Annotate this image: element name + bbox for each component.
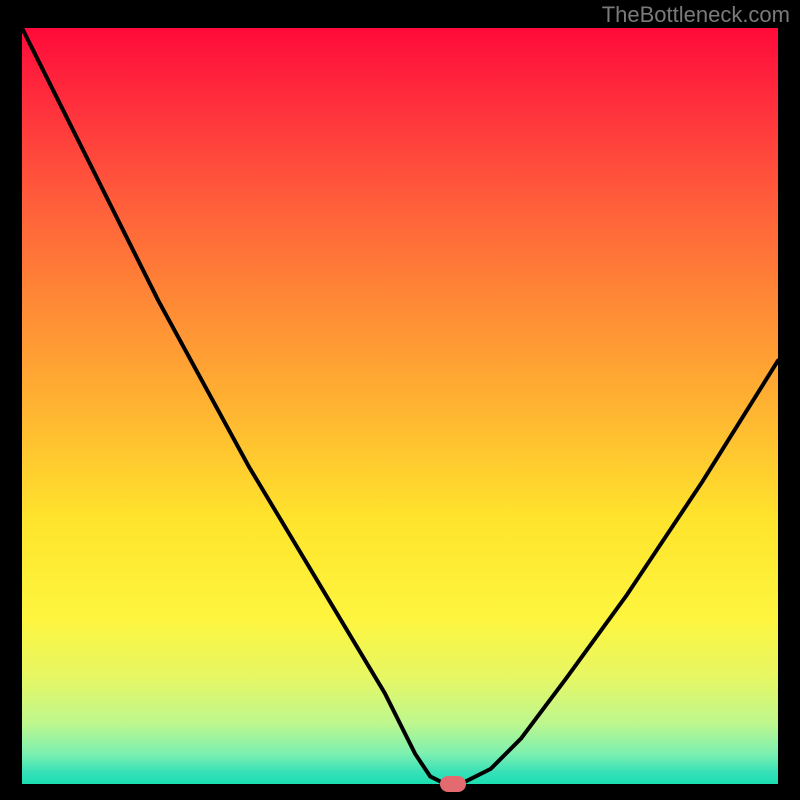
chart-frame: TheBottleneck.com [0,0,800,800]
bottleneck-curve [22,28,778,784]
watermark-text: TheBottleneck.com [602,2,790,28]
plot-area [22,28,778,784]
optimal-marker [440,776,466,792]
